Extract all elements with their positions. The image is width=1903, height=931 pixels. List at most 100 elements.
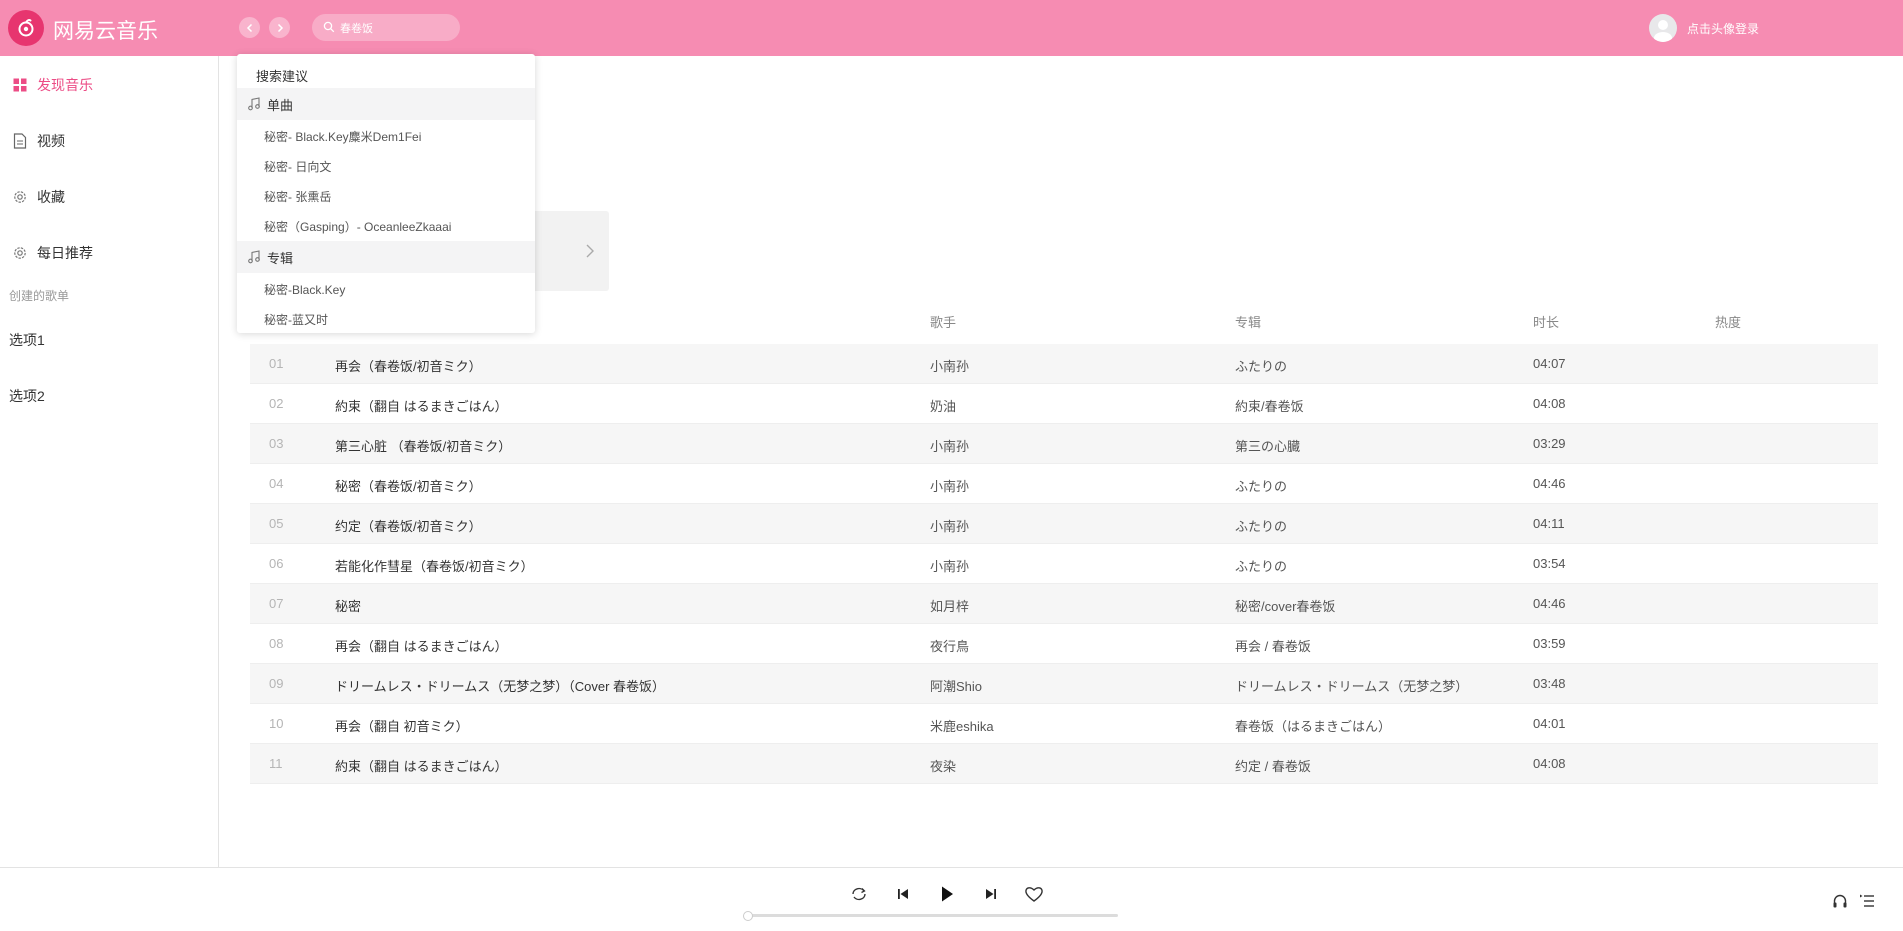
song-artist[interactable]: 小南孙 (930, 436, 969, 455)
table-row[interactable]: 06 若能化作彗星（春卷饭/初音ミク） 小南孙 ふたりの 03:54 (250, 544, 1878, 584)
song-title: 再会（翻自 初音ミク） (335, 719, 469, 734)
headphones-icon (1833, 894, 1847, 908)
song-duration: 04:08 (1533, 756, 1566, 771)
song-title: 再会（春卷饭/初音ミク） (335, 359, 482, 374)
suggestion-song[interactable]: 秘密- 日向文 (264, 158, 331, 175)
progress-bar[interactable] (743, 911, 1118, 921)
header-album: 专辑 (1235, 315, 1262, 330)
song-duration: 04:46 (1533, 596, 1566, 611)
row-number: 04 (269, 476, 284, 491)
song-artist[interactable]: 米鹿eshika (930, 716, 994, 735)
song-duration: 03:54 (1533, 556, 1566, 571)
next-button[interactable] (981, 884, 1001, 904)
song-album[interactable]: ふたりの (1235, 516, 1287, 535)
song-title: 約束（翻自 はるまきごはん） (335, 759, 508, 774)
song-album[interactable]: ふたりの (1235, 556, 1287, 575)
song-album[interactable]: 约定 / 春卷饭 (1235, 756, 1311, 775)
player-bar (0, 867, 1903, 931)
song-album[interactable]: 第三の心臓 (1235, 436, 1300, 455)
avatar[interactable] (1649, 14, 1677, 42)
song-artist[interactable]: 小南孙 (930, 556, 969, 575)
row-number: 01 (269, 356, 284, 371)
row-number: 11 (269, 756, 283, 771)
play-button[interactable] (936, 883, 958, 905)
sidebar-item-video[interactable]: 视频 (12, 130, 65, 152)
sidebar-option-2[interactable]: 选项2 (9, 386, 45, 406)
document-icon (12, 133, 28, 149)
song-artist[interactable]: 如月梓 (930, 596, 969, 615)
sidebar-item-label: 收藏 (37, 189, 65, 205)
search-input[interactable] (340, 18, 450, 37)
user-icon (1654, 20, 1672, 42)
sidebar-option-1[interactable]: 选项1 (9, 330, 45, 350)
table-row[interactable]: 08 再会（翻自 はるまきごはん） 夜行鳥 再会 / 春卷饭 03:59 (250, 624, 1878, 664)
song-album[interactable]: ドリームレス・ドリームス（无梦之梦） (1235, 676, 1468, 695)
table-row[interactable]: 03 第三心脏 （春卷饭/初音ミク） 小南孙 第三の心臓 03:29 (250, 424, 1878, 464)
song-title: 秘密（春卷饭/初音ミク） (335, 479, 482, 494)
table-row[interactable]: 01 再会（春卷饭/初音ミク） 小南孙 ふたりの 04:07 (250, 344, 1878, 384)
sidebar-item-daily[interactable]: 每日推荐 (12, 242, 93, 264)
header-heat: 热度 (1715, 315, 1742, 330)
search-icon (323, 21, 335, 33)
heart-icon (1025, 887, 1043, 902)
song-album[interactable]: 春卷饭（はるまきごはん） (1235, 716, 1391, 735)
sidebar-item-label: 发现音乐 (37, 77, 93, 93)
song-artist[interactable]: 夜行鳥 (930, 636, 969, 655)
sidebar: 发现音乐 视频 收藏 每日推荐 创建的歌单 选项1 选项2 (0, 56, 219, 867)
like-button[interactable] (1023, 884, 1045, 904)
forward-button[interactable] (269, 17, 290, 38)
song-title: 秘密 (335, 599, 362, 614)
song-album[interactable]: ふたりの (1235, 476, 1287, 495)
row-number: 10 (269, 716, 284, 731)
app-name: 网易云音乐 (53, 20, 158, 43)
song-artist[interactable]: 小南孙 (930, 356, 969, 375)
song-album[interactable]: 再会 / 春卷饭 (1235, 636, 1311, 655)
song-album[interactable]: 秘密/cover春卷饭 (1235, 596, 1335, 615)
headphones-button[interactable] (1831, 892, 1849, 910)
suggestion-song[interactable]: 秘密（Gasping）- OceanleeZkaaai (264, 218, 451, 235)
albums-section-label: 专辑 (267, 250, 294, 266)
sidebar-item-label: 每日推荐 (37, 245, 93, 261)
gear-icon (12, 245, 28, 261)
sidebar-item-label: 视频 (37, 133, 65, 149)
chevron-right-icon (277, 23, 283, 32)
chevron-right-icon (586, 244, 594, 258)
song-artist[interactable]: 奶油 (930, 396, 956, 415)
songs-section-header: 单曲 (237, 88, 535, 120)
table-row[interactable]: 10 再会（翻自 初音ミク） 米鹿eshika 春卷饭（はるまきごはん） 04:01 (250, 704, 1878, 744)
search-box[interactable] (312, 14, 460, 41)
header-duration: 时长 (1533, 315, 1560, 330)
repeat-icon (852, 887, 866, 901)
playlist-button[interactable] (1858, 892, 1876, 910)
table-row[interactable]: 02 約束（翻自 はるまきごはん） 奶油 約束/春卷饭 04:08 (250, 384, 1878, 424)
row-number: 03 (269, 436, 284, 451)
netease-logo-icon[interactable] (8, 10, 44, 46)
suggestion-song[interactable]: 秘密- Black.Key麋米Dem1Fei (264, 128, 421, 145)
suggestion-song[interactable]: 秘密- 张熏岳 (264, 188, 331, 205)
table-row[interactable]: 04 秘密（春卷饭/初音ミク） 小南孙 ふたりの 04:46 (250, 464, 1878, 504)
suggestion-album[interactable]: 秘密-蓝又时 (264, 311, 328, 328)
song-duration: 04:08 (1533, 396, 1566, 411)
table-row[interactable]: 09 ドリームレス・ドリームス（无梦之梦）（Cover 春卷饭） 阿潮Shio ドリー… (250, 664, 1878, 704)
repeat-button[interactable] (849, 884, 869, 904)
sidebar-item-favorites[interactable]: 收藏 (12, 186, 65, 208)
song-title: 约定（春卷饭/初音ミク） (335, 519, 482, 534)
sidebar-item-discover[interactable]: 发现音乐 (12, 74, 93, 96)
login-link[interactable]: 点击头像登录 (1687, 20, 1759, 37)
song-album[interactable]: 約束/春卷饭 (1235, 396, 1304, 415)
song-album[interactable]: ふたりの (1235, 356, 1287, 375)
progress-handle[interactable] (743, 911, 753, 921)
song-duration: 04:07 (1533, 356, 1566, 371)
song-artist[interactable]: 阿潮Shio (930, 676, 982, 695)
suggestion-album[interactable]: 秘密-Black.Key (264, 281, 345, 298)
table-row[interactable]: 11 約束（翻自 はるまきごはん） 夜染 约定 / 春卷饭 04:08 (250, 744, 1878, 784)
song-artist[interactable]: 小南孙 (930, 516, 969, 535)
search-suggestions: 搜索建议 单曲 秘密- Black.Key麋米Dem1Fei 秘密- 日向文 秘… (237, 54, 535, 333)
table-row[interactable]: 05 约定（春卷饭/初音ミク） 小南孙 ふたりの 04:11 (250, 504, 1878, 544)
song-artist[interactable]: 小南孙 (930, 476, 969, 495)
previous-button[interactable] (893, 884, 913, 904)
table-row[interactable]: 07 秘密 如月梓 秘密/cover春卷饭 04:46 (250, 584, 1878, 624)
back-button[interactable] (239, 17, 260, 38)
song-artist[interactable]: 夜染 (930, 756, 956, 775)
song-title: ドリームレス・ドリームス（无梦之梦）（Cover 春卷饭） (335, 679, 666, 694)
